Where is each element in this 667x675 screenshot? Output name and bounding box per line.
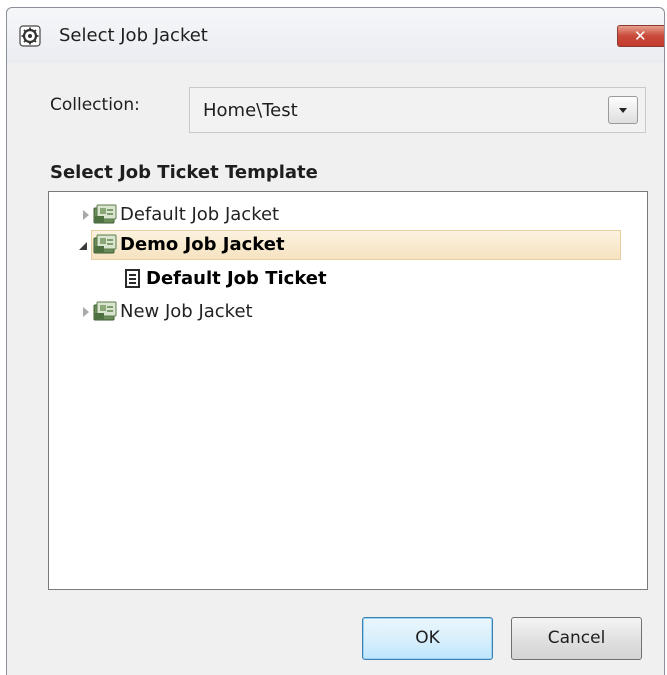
tree-item-default-job-jacket[interactable]: Default Job Jacket — [79, 200, 479, 230]
job-ticket-tree[interactable]: Default Job Jacket Demo Job Jacket Defau… — [48, 191, 648, 590]
tree-item-label: Default Job Ticket — [146, 268, 327, 289]
template-section-heading: Select Job Ticket Template — [50, 162, 318, 183]
tree-item-new-job-jacket[interactable]: New Job Jacket — [79, 297, 479, 327]
cancel-button[interactable]: Cancel — [511, 617, 642, 660]
chevron-down-icon[interactable] — [608, 96, 638, 124]
job-jacket-icon — [93, 301, 117, 321]
expand-arrow-icon[interactable] — [83, 210, 89, 220]
collection-value: Home\Test — [203, 100, 298, 121]
gear-app-icon — [19, 25, 41, 47]
job-ticket-icon — [125, 269, 140, 288]
dialog-title: Select Job Jacket — [59, 25, 208, 46]
ok-button[interactable]: OK — [362, 617, 493, 660]
close-icon: ✕ — [634, 27, 647, 45]
close-button[interactable]: ✕ — [617, 25, 664, 47]
tree-item-label: Demo Job Jacket — [120, 234, 285, 255]
title-bar[interactable]: Select Job Jacket ✕ — [7, 8, 664, 63]
job-jacket-icon — [93, 234, 117, 254]
expand-arrow-icon[interactable] — [83, 307, 89, 317]
tree-item-default-job-ticket[interactable]: Default Job Ticket — [125, 264, 525, 294]
tree-item-label: Default Job Jacket — [120, 204, 280, 225]
collection-label: Collection: — [50, 95, 140, 115]
collapse-arrow-icon[interactable] — [79, 242, 87, 250]
job-jacket-icon — [93, 204, 117, 224]
tree-item-label: New Job Jacket — [120, 301, 253, 322]
